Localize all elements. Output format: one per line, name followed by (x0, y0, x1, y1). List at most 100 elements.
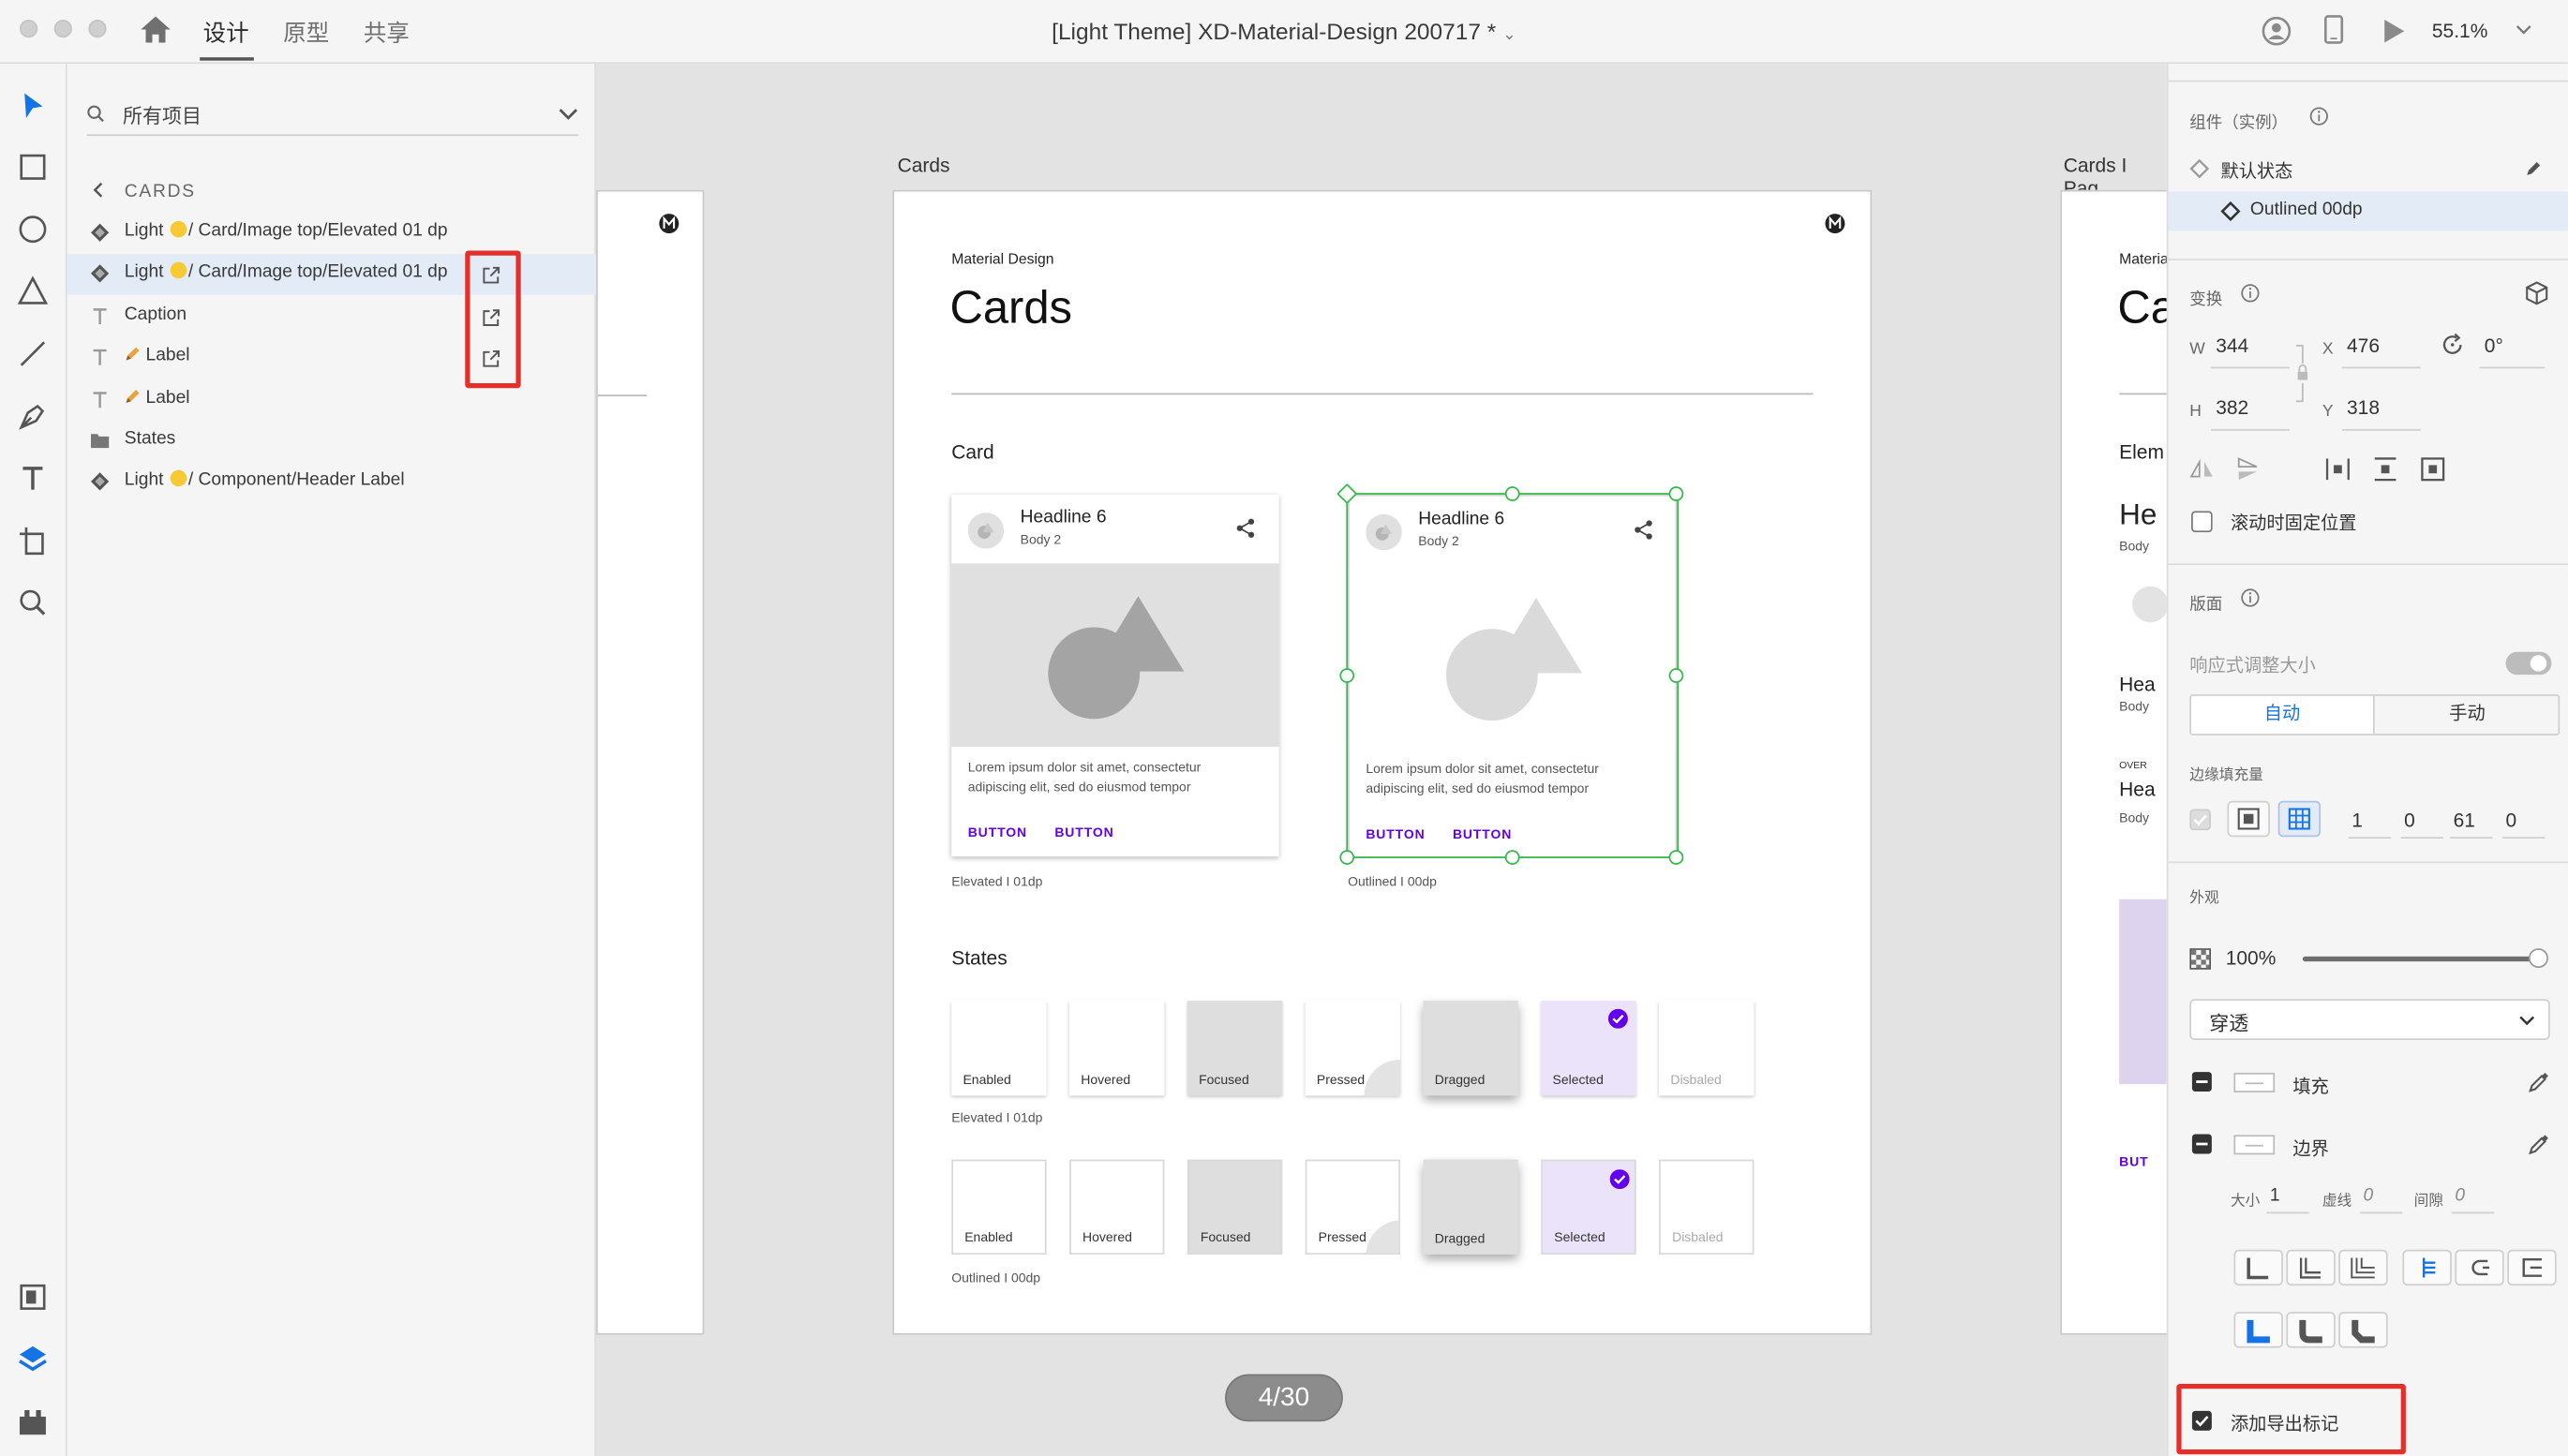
width-input[interactable]: 344 (2216, 334, 2248, 357)
current-state-row[interactable]: Outlined 00dp (2168, 191, 2568, 231)
fill-color-swatch[interactable] (2233, 1072, 2276, 1092)
padding-bottom-input[interactable]: 61 (2454, 810, 2475, 832)
state-chip-hovered[interactable]: Hovered (1069, 1159, 1165, 1255)
state-chip-selected[interactable]: Selected (1541, 1001, 1636, 1096)
padding-checkbox[interactable] (2189, 809, 2211, 831)
design-canvas[interactable]: Cards Material Design Cards Card Headlin… (596, 64, 2167, 1456)
layer-row[interactable]: States (67, 421, 596, 462)
eyedropper-icon[interactable] (2527, 1132, 2551, 1156)
state-chip-disabled[interactable]: Disbaled (1659, 1001, 1754, 1096)
cards-artboard[interactable]: Material Design Cards Card Headline 6 Bo… (892, 189, 1873, 1335)
zoom-level[interactable]: 55.1% (2432, 20, 2487, 42)
flip-vertical-icon[interactable] (2235, 457, 2260, 482)
close-window-button[interactable] (19, 19, 38, 38)
fill-toggle-checkbox[interactable] (2191, 1071, 2213, 1092)
join-miter-button[interactable] (2233, 1312, 2283, 1348)
play-preview-icon[interactable] (2382, 18, 2405, 44)
cap-butt-button[interactable] (2402, 1249, 2452, 1286)
stroke-inner-button[interactable] (2233, 1249, 2283, 1286)
padding-left-input[interactable]: 0 (2506, 810, 2517, 832)
chevron-down-icon[interactable] (559, 108, 578, 121)
lock-aspect-icon[interactable] (2292, 341, 2308, 407)
device-preview-icon[interactable] (2323, 15, 2344, 44)
resize-handle[interactable] (1504, 850, 1520, 865)
info-icon[interactable] (2240, 283, 2260, 303)
flip-horizontal-icon[interactable] (2189, 458, 2214, 480)
blend-mode-dropdown[interactable]: 穿透 (2189, 999, 2550, 1040)
layer-search[interactable]: 所有项目 (86, 94, 578, 137)
opacity-value[interactable]: 100% (2226, 946, 2277, 969)
padding-individual-button[interactable] (2277, 800, 2322, 838)
border-toggle-checkbox[interactable] (2191, 1134, 2213, 1155)
resize-handle[interactable] (1668, 486, 1684, 501)
fix-position-checkbox[interactable] (2191, 511, 2213, 533)
resize-auto-button[interactable]: 自动 (2191, 695, 2375, 735)
layers-breadcrumb[interactable]: CARDS (87, 177, 414, 203)
distribute-horizontal-icon[interactable] (2325, 457, 2350, 482)
stroke-center-button[interactable] (2286, 1249, 2336, 1286)
responsive-resize-toggle[interactable] (2505, 651, 2552, 676)
right-artboard[interactable]: Materia Ca Elem He Body Hea Body OVER He… (2060, 189, 2167, 1335)
assets-panel-icon[interactable] (15, 1279, 51, 1315)
state-chip-dragged[interactable]: Dragged (1423, 1159, 1518, 1255)
artboard-tool-icon[interactable] (15, 523, 51, 558)
layer-row[interactable]: Light / Component/Header Label (67, 462, 596, 503)
tab-design[interactable]: 设计 (203, 16, 249, 49)
chevron-down-icon[interactable] (2516, 24, 2531, 36)
opacity-slider-thumb[interactable] (2528, 948, 2548, 969)
share-icon[interactable] (1235, 517, 1257, 539)
rotation-input[interactable]: 0° (2485, 334, 2503, 357)
artboard-label[interactable]: Cards (898, 154, 950, 176)
padding-uniform-button[interactable] (2227, 800, 2270, 838)
distribute-vertical-icon[interactable] (2373, 457, 2397, 482)
state-chip-selected[interactable]: Selected (1541, 1159, 1636, 1255)
state-chip-pressed[interactable]: Pressed (1305, 1159, 1401, 1255)
resize-manual-button[interactable]: 手动 (2376, 696, 2558, 734)
card-button-2[interactable]: BUTTON (1054, 825, 1113, 840)
opacity-slider-track[interactable] (2302, 948, 2548, 969)
padding-right-input[interactable]: 0 (2404, 810, 2415, 832)
state-chip-enabled[interactable]: Enabled (951, 1159, 1047, 1255)
spacing-icon[interactable] (2421, 457, 2445, 482)
resize-handle[interactable] (1339, 850, 1355, 865)
eyedropper-icon[interactable] (2527, 1069, 2551, 1093)
minimize-window-button[interactable] (53, 19, 72, 38)
border-size-input[interactable]: 1 (2270, 1186, 2280, 1206)
text-tool-icon[interactable] (15, 460, 51, 496)
home-icon[interactable] (140, 15, 172, 44)
resize-handle[interactable] (1668, 850, 1684, 865)
tab-share[interactable]: 共享 (364, 16, 410, 49)
rectangle-tool-icon[interactable] (15, 149, 51, 185)
state-chip-focused[interactable]: Focused (1187, 1001, 1283, 1096)
plugins-panel-icon[interactable] (15, 1404, 51, 1439)
state-chip-disabled[interactable]: Disbaled (1659, 1159, 1754, 1255)
line-tool-icon[interactable] (15, 335, 51, 371)
page-counter[interactable]: 4/30 (1225, 1374, 1343, 1422)
tab-prototype[interactable]: 原型 (283, 16, 329, 49)
height-input[interactable]: 382 (2216, 396, 2248, 419)
state-chip-hovered[interactable]: Hovered (1069, 1001, 1165, 1096)
cap-square-button[interactable] (2507, 1249, 2557, 1286)
x-input[interactable]: 476 (2347, 334, 2380, 357)
maximize-window-button[interactable] (88, 19, 107, 38)
state-chip-pressed[interactable]: Pressed (1305, 1001, 1401, 1096)
polygon-tool-icon[interactable] (15, 274, 51, 309)
info-icon[interactable] (2309, 107, 2329, 126)
border-color-swatch[interactable] (2233, 1135, 2276, 1155)
y-input[interactable]: 318 (2347, 396, 2380, 419)
border-dash-input[interactable]: 0 (2363, 1186, 2373, 1206)
cap-round-button[interactable] (2455, 1249, 2504, 1286)
ellipse-tool-icon[interactable] (15, 211, 51, 246)
state-chip-dragged[interactable]: Dragged (1423, 1001, 1518, 1096)
card-button-1[interactable]: BUTTON (968, 825, 1027, 840)
border-gap-input[interactable]: 0 (2455, 1186, 2465, 1206)
info-icon[interactable] (2240, 588, 2260, 608)
padding-top-input[interactable]: 1 (2352, 810, 2363, 832)
pen-tool-icon[interactable] (15, 398, 51, 434)
resize-handle[interactable] (1668, 668, 1684, 683)
join-bevel-button[interactable] (2338, 1312, 2388, 1348)
select-tool-icon[interactable] (15, 88, 51, 124)
default-state-label[interactable]: 默认状态 (2220, 157, 2292, 184)
state-chip-focused[interactable]: Focused (1187, 1159, 1283, 1255)
zoom-tool-icon[interactable] (15, 585, 51, 620)
